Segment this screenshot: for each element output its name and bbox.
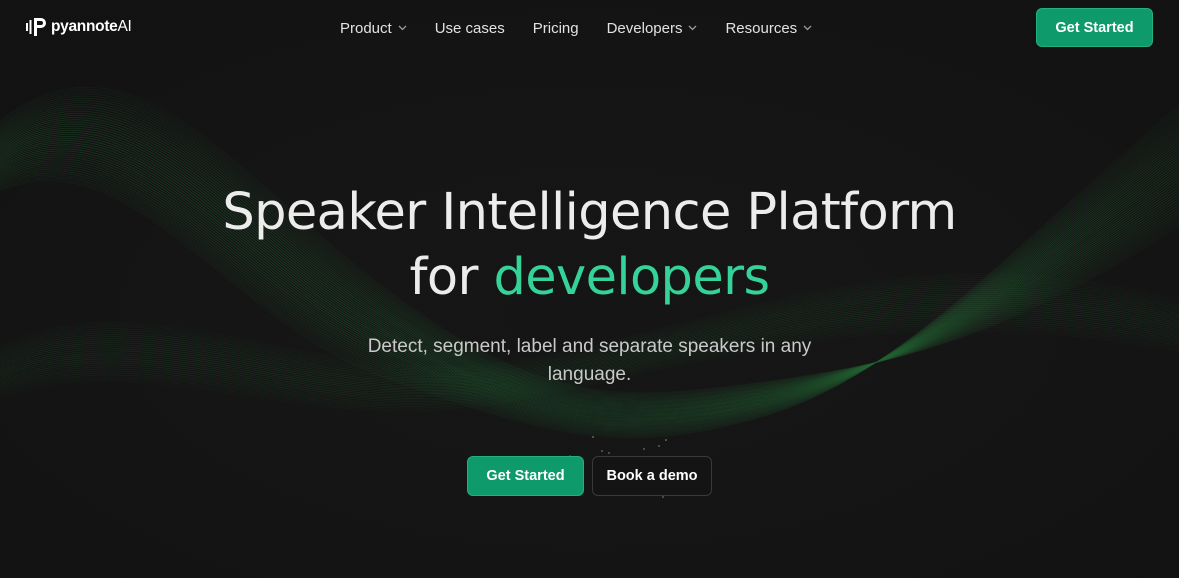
- page: pyannoteAI Product Use cases Pricing Dev…: [0, 0, 1179, 578]
- nav-item-label: Developers: [606, 19, 683, 37]
- nav-get-started-button[interactable]: Get Started: [1036, 8, 1153, 47]
- brand-name: pyannoteAI: [51, 18, 132, 36]
- brand-name-bold: pyannote: [51, 18, 118, 35]
- hero-title-accent: developers: [493, 248, 770, 307]
- nav-item-label: Use cases: [434, 19, 505, 37]
- main-menu: Product Use cases Pricing Developers Res…: [340, 17, 840, 39]
- chevron-down-icon: [689, 25, 697, 31]
- nav-item-developers[interactable]: Developers: [607, 17, 698, 39]
- brand-name-light: AI: [117, 18, 132, 35]
- hero-section: Speaker Intelligence Platform for develo…: [0, 180, 1179, 389]
- top-navigation: pyannoteAI Product Use cases Pricing Dev…: [0, 0, 1179, 56]
- nav-item-resources[interactable]: Resources: [725, 17, 812, 39]
- nav-item-label: Product: [340, 19, 392, 37]
- pyannote-logo-icon: [26, 18, 46, 36]
- brand-logo[interactable]: pyannoteAI: [26, 17, 132, 37]
- hero-title-line1: Speaker Intelligence Platform: [222, 183, 957, 242]
- nav-item-label: Pricing: [532, 19, 579, 37]
- chevron-down-icon: [398, 25, 407, 31]
- nav-item-use-cases[interactable]: Use cases: [435, 17, 505, 39]
- nav-item-label: Resources: [725, 19, 798, 37]
- hero-title: Speaker Intelligence Platform for develo…: [0, 180, 1179, 310]
- hero-cta-row: Get Started Book a demo: [0, 456, 1179, 496]
- book-demo-button[interactable]: Book a demo: [592, 456, 712, 496]
- nav-item-product[interactable]: Product: [340, 17, 407, 39]
- chevron-down-icon: [803, 25, 812, 31]
- get-started-button[interactable]: Get Started: [467, 456, 584, 496]
- nav-item-pricing[interactable]: Pricing: [533, 17, 579, 39]
- hero-title-prefix: for: [409, 248, 494, 307]
- hero-subtitle: Detect, segment, label and separate spea…: [367, 336, 812, 385]
